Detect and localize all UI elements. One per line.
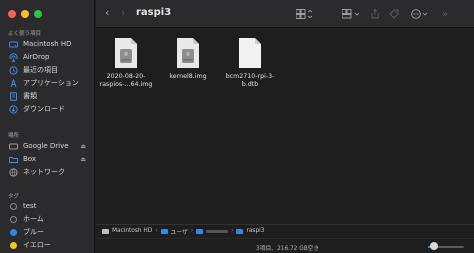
sidebar-item-airdrop[interactable]: AirDrop bbox=[4, 51, 92, 63]
path-separator: › bbox=[190, 228, 194, 234]
window-title: raspi3 bbox=[136, 7, 172, 18]
sidebar-item-recents[interactable]: 最近の項目 bbox=[4, 64, 92, 76]
disk-image-icon bbox=[112, 37, 140, 69]
sidebar-item-documents[interactable]: 書類 bbox=[4, 90, 92, 102]
sidebar-item-label: 書類 bbox=[23, 92, 37, 100]
sidebar-tag-blue[interactable]: ブルー bbox=[4, 226, 92, 238]
toolbar: ‹ › raspi3 » bbox=[96, 0, 474, 28]
file-name-line2: raspios-...64.img bbox=[99, 81, 153, 88]
disk-image-icon bbox=[174, 37, 202, 69]
tag-icon[interactable] bbox=[389, 9, 399, 19]
sidebar-item-label: ホーム bbox=[23, 215, 44, 223]
folder-icon bbox=[236, 228, 244, 234]
sidebar-item-label: Macintosh HD bbox=[23, 40, 72, 48]
redacted-username[interactable] bbox=[206, 229, 229, 233]
sidebar-item-label: AirDrop bbox=[23, 53, 50, 61]
sidebar: よく使う項目 Macintosh HD AirDrop 最近の項目 アプリケーシ… bbox=[0, 0, 95, 253]
sidebar-item-label: イエロー bbox=[23, 241, 51, 249]
blank-document-icon bbox=[236, 37, 264, 69]
sidebar-item-label: Google Drive bbox=[23, 142, 69, 150]
file-name-line1: kernel8.img bbox=[169, 73, 207, 80]
locations-section-title: 場所 bbox=[8, 133, 20, 139]
sidebar-item-box[interactable]: Box ⏏ bbox=[4, 153, 92, 165]
network-icon bbox=[8, 167, 18, 177]
finder-window: よく使う項目 Macintosh HD AirDrop 最近の項目 アプリケーシ… bbox=[0, 0, 474, 253]
download-icon bbox=[8, 104, 18, 114]
hard-drive-icon bbox=[8, 39, 18, 49]
path-separator: › bbox=[231, 228, 234, 234]
eject-icon[interactable]: ⏏ bbox=[80, 156, 86, 163]
file-item[interactable]: kernel8.img bbox=[158, 37, 218, 81]
drive-icon bbox=[8, 141, 18, 151]
path-item[interactable]: raspi3 bbox=[246, 228, 264, 234]
zoom-button[interactable] bbox=[34, 10, 42, 18]
sidebar-tag-home[interactable]: ホーム bbox=[4, 213, 92, 225]
icon-size-slider-knob[interactable] bbox=[430, 242, 438, 250]
window-controls bbox=[8, 10, 42, 18]
file-area: 2020-08-20- raspios-...64.img kernel8.im… bbox=[96, 29, 474, 224]
path-bar: Macintosh HD › ユーザ › › raspi3 bbox=[96, 224, 474, 237]
applications-icon bbox=[8, 78, 18, 88]
back-button[interactable]: ‹ bbox=[105, 6, 109, 19]
sidebar-item-downloads[interactable]: ダウンロード bbox=[4, 103, 92, 115]
tag-dot-icon bbox=[9, 228, 17, 236]
tag-dot-icon bbox=[9, 202, 17, 210]
toolbar-overflow-icon[interactable]: » bbox=[442, 9, 448, 20]
sidebar-item-network[interactable]: ネットワーク bbox=[4, 166, 92, 178]
folder-icon bbox=[8, 154, 18, 164]
more-actions-icon[interactable] bbox=[411, 9, 429, 19]
file-item[interactable]: 2020-08-20- raspios-...64.img bbox=[96, 37, 156, 89]
file-name-line1: 2020-08-20- bbox=[106, 73, 146, 80]
sidebar-item-macintosh-hd[interactable]: Macintosh HD bbox=[4, 38, 92, 50]
sidebar-item-label: 最近の項目 bbox=[23, 66, 58, 74]
tag-dot-icon bbox=[9, 241, 17, 249]
sidebar-tag-test[interactable]: test bbox=[4, 200, 92, 212]
folder-icon bbox=[160, 228, 168, 234]
file-name-line1: bcm2710-rpi-3- bbox=[225, 73, 275, 80]
sidebar-item-label: ブルー bbox=[23, 228, 44, 236]
path-item[interactable]: Macintosh HD bbox=[112, 228, 152, 234]
sidebar-item-google-drive[interactable]: Google Drive ⏏ bbox=[4, 140, 92, 152]
path-item[interactable]: ユーザ bbox=[171, 227, 188, 236]
airdrop-icon bbox=[8, 52, 18, 62]
share-icon[interactable] bbox=[371, 9, 379, 19]
hard-drive-icon bbox=[102, 228, 109, 234]
sidebar-item-label: ネットワーク bbox=[23, 168, 65, 176]
file-name-line2: b.dtb bbox=[241, 81, 259, 88]
file-item[interactable]: bcm2710-rpi-3- b.dtb bbox=[220, 37, 280, 89]
icon-view-icon[interactable] bbox=[296, 9, 314, 19]
tags-section-title: タグ bbox=[8, 194, 20, 200]
sidebar-item-label: ダウンロード bbox=[23, 105, 65, 113]
clock-icon bbox=[8, 65, 18, 75]
path-separator: › bbox=[155, 228, 158, 234]
forward-button[interactable]: › bbox=[121, 6, 125, 19]
eject-icon[interactable]: ⏏ bbox=[80, 143, 86, 150]
sidebar-item-applications[interactable]: アプリケーション bbox=[4, 77, 92, 89]
sidebar-item-label: Box bbox=[23, 155, 37, 163]
document-icon bbox=[8, 91, 18, 101]
sidebar-item-label: アプリケーション bbox=[23, 79, 79, 87]
folder-icon bbox=[196, 228, 204, 234]
sidebar-item-label: test bbox=[23, 202, 37, 210]
group-view-icon[interactable] bbox=[342, 9, 362, 19]
status-text: 3項目、216.72 GB空き bbox=[256, 246, 320, 252]
sidebar-tag-yellow[interactable]: イエロー bbox=[4, 239, 92, 251]
minimize-button[interactable] bbox=[21, 10, 29, 18]
favorites-section-title: よく使う項目 bbox=[8, 31, 42, 37]
tag-dot-icon bbox=[9, 215, 17, 223]
close-button[interactable] bbox=[8, 10, 16, 18]
status-bar: 3項目、216.72 GB空き bbox=[96, 238, 474, 253]
